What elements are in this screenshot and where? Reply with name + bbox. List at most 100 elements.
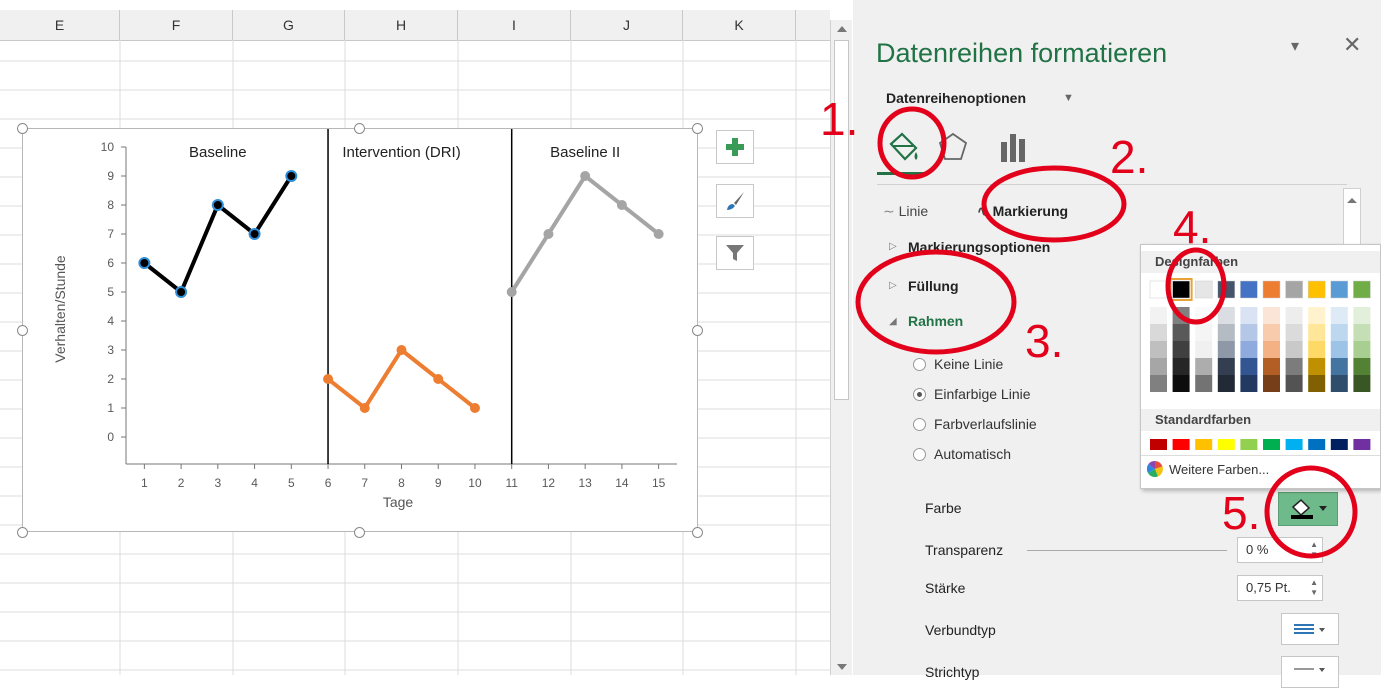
resize-handle-bottom-left[interactable]	[17, 527, 28, 538]
standard-colors-header: Standardfarben	[1141, 409, 1380, 431]
section-fill[interactable]: Füllung	[908, 278, 959, 294]
section-border[interactable]: Rahmen	[908, 313, 963, 329]
spinner-arrows-icon[interactable]: ▲ ▼	[1310, 578, 1318, 598]
chart-filters-button[interactable]	[716, 236, 754, 270]
tint-swatch	[1217, 341, 1235, 358]
tint-swatch	[1150, 324, 1167, 341]
scroll-up-icon[interactable]	[832, 22, 852, 36]
column-header-h[interactable]: H	[345, 10, 458, 40]
close-icon[interactable]: ✕	[1343, 32, 1361, 58]
chart-area[interactable]: 0 1 2 3 4 5 6 7 8 9 10 1 2 3 4 5 6 7 8 9 10 11 12 13 14 15 Baselin…	[22, 128, 698, 532]
radio-button-selected[interactable]	[913, 388, 926, 401]
column-header-f[interactable]: F	[120, 10, 233, 40]
fill-line-tab[interactable]	[883, 130, 923, 166]
series-options-tab[interactable]	[997, 130, 1033, 166]
filter-icon	[726, 245, 744, 261]
tint-swatch	[1195, 375, 1213, 392]
tint-swatch	[1285, 307, 1303, 324]
marker-line-icon: ∿	[977, 203, 989, 219]
chart-svg[interactable]: 0123456789101 2 3 4 5 6 7 8 9 10 11 12 13 14 15Baselin…	[23, 129, 699, 533]
resize-handle-bottom-right[interactable]	[692, 527, 703, 538]
column-header-i[interactable]: I	[458, 10, 571, 40]
column-header-k[interactable]: K	[683, 10, 796, 40]
radio-gradient-line[interactable]: Farbverlaufslinie	[913, 416, 1037, 432]
chart-elements-button[interactable]	[716, 130, 754, 164]
data-point	[616, 200, 627, 210]
radio-button[interactable]	[913, 418, 926, 431]
section-marker-options[interactable]: Markierungsoptionen	[908, 239, 1050, 255]
pane-options-dropdown[interactable]: ▾	[1291, 36, 1299, 56]
expand-triangle-icon[interactable]: ▷	[889, 241, 897, 252]
worksheet-area[interactable]: E F G H I J K 0 1 2 3 4 5 6 7 8 9 10 1 2 3 4 5 6 7 8 9 10 11 1…	[0, 0, 830, 675]
x-tick-label: 11	[505, 476, 518, 490]
divider	[877, 184, 1347, 185]
tint-swatch	[1353, 358, 1371, 375]
spinner-arrows-icon[interactable]: ▲ ▼	[1310, 540, 1318, 560]
x-tick-label: 3	[214, 476, 221, 490]
more-colors-item[interactable]: Weitere Farben...	[1146, 460, 1269, 478]
color-label: Farbe	[925, 500, 962, 516]
annotation-label-2: 2.	[1110, 131, 1149, 183]
standard-color-swatch	[1172, 439, 1190, 450]
compound-type-label: Verbundtyp	[925, 622, 996, 638]
y-tick-label: 9	[107, 169, 114, 183]
column-header-j[interactable]: J	[571, 10, 683, 40]
theme-color-swatch	[1240, 280, 1258, 299]
pen-color-icon	[1291, 498, 1327, 519]
resize-handle-right[interactable]	[692, 325, 703, 336]
tint-swatch	[1330, 307, 1348, 324]
tint-swatch	[1172, 375, 1190, 392]
radio-button[interactable]	[913, 448, 926, 461]
transparency-value: 0 %	[1246, 542, 1269, 557]
tint-swatch	[1263, 375, 1280, 392]
transparency-slider[interactable]	[1027, 550, 1227, 551]
scroll-down-icon[interactable]	[832, 660, 852, 674]
compound-type-dropdown[interactable]	[1281, 613, 1339, 645]
y-tick-label: 4	[107, 314, 114, 328]
width-value: 0,75 Pt.	[1246, 580, 1291, 595]
resize-handle-top[interactable]	[354, 123, 365, 134]
resize-handle-top-right[interactable]	[692, 123, 703, 134]
series-options-dropdown[interactable]: Datenreihenoptionen	[886, 90, 1026, 106]
chevron-down-icon[interactable]: ▼	[1063, 92, 1074, 104]
resize-handle-bottom[interactable]	[354, 527, 365, 538]
chart-marks	[138, 170, 664, 413]
standard-color-swatch	[1285, 439, 1303, 450]
tint-swatch	[1263, 324, 1280, 341]
effects-tab[interactable]	[935, 130, 971, 166]
tint-swatch	[1217, 358, 1235, 375]
column-header-g[interactable]: G	[233, 10, 345, 40]
theme-color-swatch	[1217, 280, 1236, 299]
column-header-e[interactable]: E	[0, 10, 120, 40]
x-tick-label: 6	[325, 476, 332, 490]
subtab-marker[interactable]: ∿ Markierung	[977, 203, 1068, 220]
radio-label: Automatisch	[934, 446, 1012, 462]
theme-color-swatch	[1149, 280, 1168, 299]
scroll-up-icon[interactable]	[1344, 193, 1360, 207]
y-tick-label: 1	[107, 401, 114, 415]
radio-button[interactable]	[913, 358, 926, 371]
chart-styles-button[interactable]	[716, 184, 754, 218]
radio-automatic[interactable]: Automatisch	[913, 446, 1011, 462]
resize-handle-top-left[interactable]	[17, 123, 28, 134]
resize-handle-left[interactable]	[17, 325, 28, 336]
annotation-label-4: 4.	[1173, 201, 1212, 253]
collapse-triangle-icon[interactable]: ◢	[889, 316, 897, 327]
x-tick-label: 15	[652, 476, 666, 490]
radio-solid-line[interactable]: Einfarbige Linie	[913, 386, 1031, 402]
expand-triangle-icon[interactable]: ▷	[889, 280, 897, 291]
dash-type-dropdown[interactable]	[1281, 656, 1339, 688]
tint-swatch	[1353, 324, 1371, 341]
subtab-marker-label: Markierung	[992, 203, 1069, 219]
width-input[interactable]: 0,75 Pt. ▲ ▼	[1237, 575, 1323, 601]
standard-color-swatch	[1308, 439, 1326, 450]
subtab-line[interactable]: ∼ Linie	[883, 203, 928, 220]
data-point	[653, 229, 664, 239]
transparency-input[interactable]: 0 % ▲ ▼	[1237, 537, 1323, 563]
subtab-line-label: Linie	[898, 203, 929, 219]
tint-swatch	[1217, 307, 1235, 324]
outline-color-button[interactable]	[1278, 492, 1338, 526]
radio-no-line[interactable]: Keine Linie	[913, 356, 1003, 372]
tint-swatch	[1263, 307, 1280, 324]
annotation-label-3: 3.	[1025, 315, 1064, 367]
